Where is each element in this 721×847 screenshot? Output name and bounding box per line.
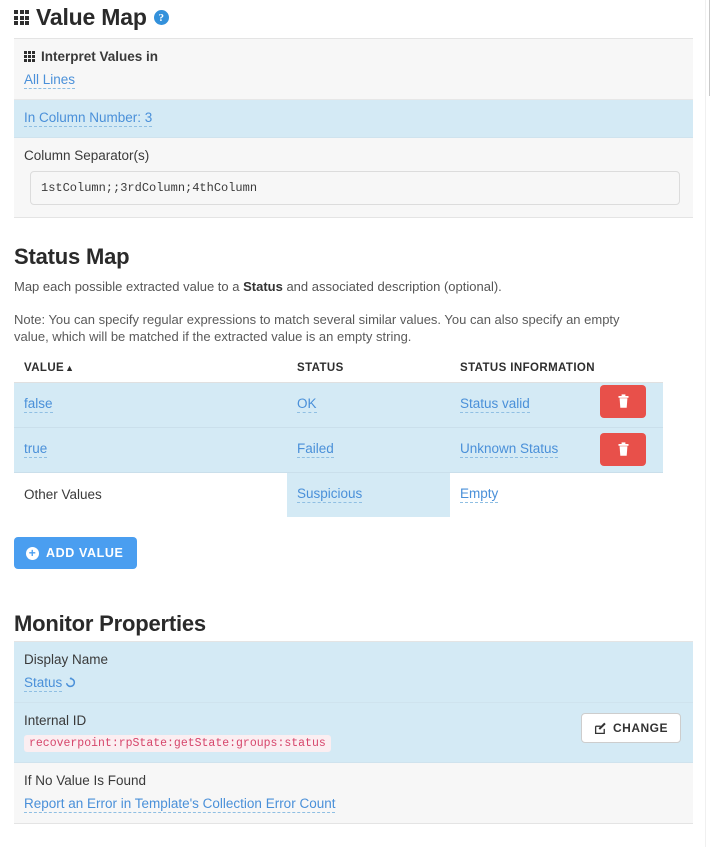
- value-map-panel: Interpret Values in All Lines In Column …: [14, 38, 693, 218]
- monitor-properties-heading: Monitor Properties: [14, 611, 206, 637]
- status-map-table-wrap: VALUE▲ STATUS STATUS INFORMATION false O…: [14, 355, 714, 517]
- interpret-values-label-group: Interpret Values in: [24, 48, 693, 65]
- status-map-note: Note: You can specify regular expression…: [0, 311, 666, 345]
- column-header-value[interactable]: VALUE▲: [14, 355, 287, 383]
- all-lines-link[interactable]: All Lines: [24, 72, 75, 89]
- display-name-link[interactable]: Status: [24, 675, 62, 692]
- revert-icon[interactable]: [64, 676, 77, 689]
- value-map-page: Value Map ? Interpret Values in All Line…: [0, 0, 700, 824]
- status-link[interactable]: Failed: [297, 441, 334, 458]
- status-map-table: VALUE▲ STATUS STATUS INFORMATION false O…: [14, 355, 663, 517]
- other-values-info-link[interactable]: Empty: [460, 486, 498, 503]
- change-button-label: CHANGE: [613, 721, 668, 735]
- description-bold: Status: [243, 279, 283, 294]
- add-value-button[interactable]: + ADD VALUE: [14, 537, 137, 569]
- display-name-row: Display Name Status: [14, 642, 693, 703]
- monitor-properties-title: Monitor Properties: [0, 611, 700, 641]
- table-header-row: VALUE▲ STATUS STATUS INFORMATION: [14, 355, 663, 383]
- plus-circle-icon: +: [26, 547, 39, 560]
- column-header-value-label: VALUE: [24, 362, 64, 374]
- row-value-cell: true: [14, 428, 287, 473]
- display-name-value: Status: [24, 675, 62, 690]
- table-row: false OK Status valid: [14, 383, 663, 428]
- row-value-cell: false: [14, 383, 287, 428]
- interpret-values-row: Interpret Values in All Lines: [14, 39, 693, 100]
- table-row: true Failed Unknown Status: [14, 428, 663, 473]
- monitor-properties-panel: Display Name Status Internal ID recoverp…: [14, 641, 693, 824]
- no-value-found-link[interactable]: Report an Error in Template's Collection…: [24, 796, 335, 813]
- delete-buttons-column: [600, 385, 652, 481]
- other-values-status-cell: Suspicious: [287, 473, 450, 518]
- status-map-heading: Status Map: [14, 244, 129, 270]
- no-value-found-value-wrap: Report an Error in Template's Collection…: [24, 795, 693, 813]
- change-internal-id-button[interactable]: CHANGE: [581, 713, 681, 743]
- column-number-link[interactable]: In Column Number: 3: [24, 110, 152, 127]
- sort-ascending-icon: ▲: [65, 363, 74, 373]
- column-header-status[interactable]: STATUS: [287, 355, 450, 383]
- value-link[interactable]: true: [24, 441, 47, 458]
- trash-icon: [617, 442, 630, 457]
- scrollbar-thumb[interactable]: [709, 0, 719, 96]
- description-pre: Map each possible extracted value to a: [14, 279, 243, 294]
- row-status-cell: OK: [287, 383, 450, 428]
- value-map-title: Value Map ?: [0, 0, 700, 38]
- help-circle-icon[interactable]: ?: [154, 10, 169, 25]
- status-map-description: Map each possible extracted value to a S…: [0, 278, 666, 295]
- page-scrollbar[interactable]: [705, 0, 721, 847]
- other-values-status-link[interactable]: Suspicious: [297, 486, 362, 503]
- description-post: and associated description (optional).: [283, 279, 502, 294]
- column-number-row: In Column Number: 3: [14, 100, 693, 138]
- value-link[interactable]: false: [24, 396, 53, 413]
- column-separator-label: Column Separator(s): [24, 147, 693, 164]
- display-name-label: Display Name: [24, 651, 693, 668]
- delete-row-button[interactable]: [600, 385, 646, 418]
- column-separator-input[interactable]: [30, 171, 680, 205]
- page-title: Value Map: [36, 4, 147, 31]
- no-value-found-label: If No Value Is Found: [24, 772, 693, 789]
- grid-icon: [24, 51, 35, 62]
- display-name-value-wrap: Status: [24, 674, 693, 692]
- internal-id-row: Internal ID recoverpoint:rpState:getStat…: [14, 703, 693, 763]
- row-status-cell: Failed: [287, 428, 450, 473]
- interpret-values-label: Interpret Values in: [41, 48, 158, 65]
- delete-row-button[interactable]: [600, 433, 646, 466]
- trash-icon: [617, 394, 630, 409]
- status-information-link[interactable]: Status valid: [460, 396, 530, 413]
- column-header-status-information[interactable]: STATUS INFORMATION: [450, 355, 663, 383]
- add-value-label: ADD VALUE: [46, 546, 123, 560]
- column-separator-row: Column Separator(s): [14, 138, 693, 217]
- grid-icon: [14, 10, 29, 25]
- internal-id-value: recoverpoint:rpState:getState:groups:sta…: [24, 735, 331, 752]
- edit-square-icon: [594, 722, 607, 735]
- other-values-label: Other Values: [14, 473, 287, 518]
- status-information-link[interactable]: Unknown Status: [460, 441, 558, 458]
- status-link[interactable]: OK: [297, 396, 317, 413]
- all-lines-wrap: All Lines: [24, 71, 693, 89]
- no-value-found-row: If No Value Is Found Report an Error in …: [14, 763, 693, 823]
- other-values-row: Other Values Suspicious Empty: [14, 473, 663, 518]
- status-map-title: Status Map: [0, 244, 700, 274]
